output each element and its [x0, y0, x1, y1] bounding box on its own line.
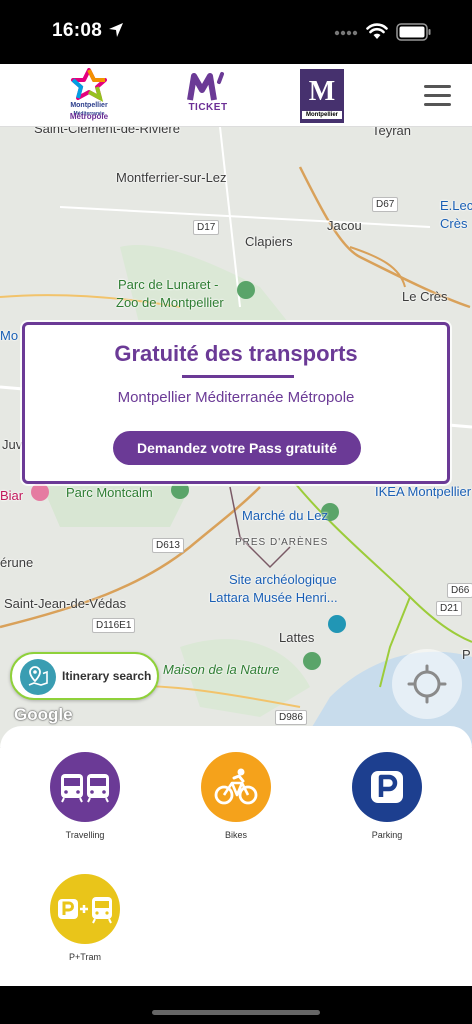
road-shield: D17 — [193, 220, 220, 235]
signal-dots-icon — [334, 30, 358, 36]
travelling-tile[interactable]: Travelling — [35, 752, 135, 840]
logo-text-line1: Montpellier — [70, 102, 108, 109]
route-map-icon — [20, 659, 56, 695]
crosshair-icon — [407, 664, 447, 704]
map-label: IKEA Montpellier — [375, 484, 472, 499]
map-label: Montferrier-sur-Lez — [116, 170, 227, 185]
promo-subtitle: Montpellier Méditerranée Métropole — [117, 389, 355, 406]
road-shield: D613 — [152, 538, 184, 553]
city-logo-text: Montpellier — [302, 111, 342, 119]
home-indicator-area — [0, 986, 472, 1024]
map-label: Jacou — [327, 218, 362, 233]
wifi-icon — [366, 23, 388, 39]
status-time: 16:08 — [52, 20, 103, 41]
m-ticket-logo[interactable]: TICKET — [182, 70, 234, 122]
promo-title: Gratuité des transports — [114, 341, 358, 366]
map-label: Saint-Jean-de-Védas — [4, 596, 127, 611]
map-label: P — [462, 647, 471, 662]
map-label: Saint-Clément-de-Rivière — [34, 127, 180, 136]
road-shield: D986 — [275, 710, 307, 725]
map-label: Crès — [440, 216, 468, 231]
m-ticket-mark-icon — [187, 72, 224, 101]
map-label: Mo — [0, 328, 19, 343]
itinerary-search-label: Itinerary search — [62, 669, 152, 683]
location-arrow-icon — [109, 23, 123, 37]
travelling-label: Travelling — [65, 830, 105, 840]
status-bar: 16:08 — [0, 0, 472, 64]
transport-modes-sheet: Travelling Bikes Parking P+Tram — [0, 726, 472, 986]
map-label: Site archéologique — [229, 572, 337, 587]
road-shield: D66 — [447, 583, 472, 598]
promo-divider — [182, 375, 294, 378]
my-location-button[interactable] — [392, 649, 462, 719]
montpellier-city-logo[interactable]: M Montpellier — [300, 69, 344, 123]
travelling-icon — [50, 752, 120, 822]
request-free-pass-button[interactable]: Demandez votre Pass gratuité — [113, 431, 361, 465]
logo-text-line2: Métropole — [69, 112, 109, 121]
map-label: Parc de Lunaret - — [118, 277, 219, 292]
bike-icon — [201, 752, 271, 822]
montpellier-metropole-logo[interactable]: Montpellier Méditerranée Métropole — [58, 68, 120, 124]
map-label: Marché du Lez — [242, 508, 328, 523]
map-label: Biar — [0, 488, 24, 503]
map-label: PRES D'ARÈNES — [235, 537, 329, 548]
map-label: Lattes — [279, 630, 315, 645]
park-and-ride-tram-tile[interactable]: P+Tram — [35, 874, 135, 962]
map-label: Clapiers — [245, 234, 293, 249]
park-and-ride-label: P+Tram — [69, 952, 101, 962]
itinerary-search-button[interactable]: Itinerary search — [10, 652, 159, 700]
map-label: E.Lec — [440, 198, 472, 213]
map-label: érune — [0, 555, 34, 570]
park-and-ride-icon — [50, 874, 120, 944]
map-label: Le Crès — [402, 289, 448, 304]
google-logo: Google — [14, 705, 73, 724]
free-transport-promo-card: Gratuité des transports Montpellier Médi… — [22, 322, 450, 484]
star-logo-icon — [71, 68, 107, 102]
battery-icon — [396, 23, 431, 41]
map-label: Lattara Musée Henri... — [209, 590, 338, 605]
map-label: Maison de la Nature — [163, 662, 280, 677]
road-shield: D67 — [372, 197, 399, 212]
bikes-label: Bikes — [224, 830, 247, 840]
parking-tile[interactable]: Parking — [337, 752, 437, 840]
home-indicator[interactable] — [152, 1010, 320, 1015]
parking-icon — [352, 752, 422, 822]
map-label: Parc Montcalm — [66, 485, 153, 500]
parking-label: Parking — [371, 830, 403, 840]
hamburger-menu-icon[interactable] — [424, 85, 452, 107]
road-shield: D116E1 — [92, 618, 136, 633]
map-label: Zoo de Montpellier — [116, 295, 224, 310]
map-label: Juv — [2, 437, 23, 452]
city-logo-letter: M — [308, 76, 336, 107]
app-header: Montpellier Méditerranée Métropole TICKE… — [0, 64, 472, 127]
bikes-tile[interactable]: Bikes — [186, 752, 286, 840]
map-label: Teyran — [372, 127, 412, 138]
road-shield: D21 — [436, 601, 463, 616]
ticket-text: TICKET — [188, 102, 228, 113]
